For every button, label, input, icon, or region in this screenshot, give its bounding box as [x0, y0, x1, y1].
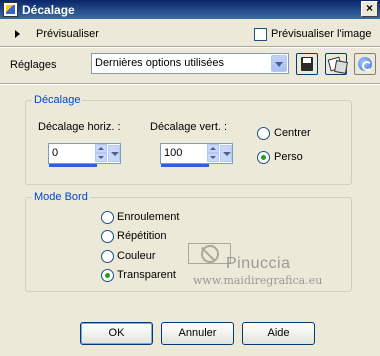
- preset-dropdown[interactable]: Dernières options utilisées: [91, 53, 289, 74]
- radio-centrer-label[interactable]: Centrer: [274, 127, 311, 139]
- save-preset-button[interactable]: [296, 53, 318, 75]
- settings-label: Réglages: [10, 59, 57, 71]
- preset-value: Dernières options utilisées: [95, 57, 225, 69]
- radio-centrer[interactable]: [257, 127, 270, 140]
- preview-image-label[interactable]: Prévisualiser l'image: [271, 28, 372, 40]
- cancel-button[interactable]: Annuler: [161, 322, 234, 345]
- radio-enroulement[interactable]: [101, 211, 114, 224]
- spin-up-icon[interactable]: [207, 144, 219, 153]
- radio-repetition-label[interactable]: Répétition: [117, 230, 167, 242]
- spin-down-icon[interactable]: [207, 153, 219, 162]
- watermark-url: www.maidiregrafica.eu: [193, 274, 323, 287]
- horiz-offset-label: Décalage horiz. :: [38, 121, 121, 133]
- radio-transparent-label[interactable]: Transparent: [117, 269, 176, 281]
- title-bar: Décalage ×: [0, 0, 380, 19]
- close-button[interactable]: ×: [361, 1, 378, 17]
- window-title: Décalage: [22, 3, 75, 17]
- offset-group-title: Décalage: [32, 94, 83, 106]
- chevron-down-icon[interactable]: [220, 145, 232, 162]
- edge-mode-group-title: Mode Bord: [32, 191, 90, 203]
- radio-couleur-label[interactable]: Couleur: [117, 250, 156, 262]
- radio-transparent[interactable]: [101, 269, 114, 282]
- divider: [0, 83, 380, 85]
- preview-label[interactable]: Prévisualiser: [36, 28, 99, 40]
- offset-group: Décalage Décalage horiz. : Décalage vert…: [25, 94, 352, 185]
- preview-image-checkbox[interactable]: [254, 28, 267, 41]
- vert-offset-value[interactable]: 100: [164, 147, 182, 159]
- preview-row: Prévisualiser Prévisualiser l'image: [0, 22, 380, 46]
- expand-arrow-icon[interactable]: [15, 30, 20, 38]
- chevron-down-icon[interactable]: [271, 55, 287, 72]
- radio-enroulement-label[interactable]: Enroulement: [117, 211, 179, 223]
- radio-couleur[interactable]: [101, 250, 114, 263]
- radio-perso[interactable]: [257, 151, 270, 164]
- radio-perso-label[interactable]: Perso: [274, 151, 303, 163]
- vert-slider-bar[interactable]: [161, 164, 209, 167]
- spin-up-icon[interactable]: [95, 144, 107, 153]
- ok-button[interactable]: OK: [80, 322, 153, 345]
- vert-offset-label: Décalage vert. :: [150, 121, 228, 133]
- watermark-name: Pinuccia: [226, 255, 291, 272]
- app-icon: [3, 2, 18, 17]
- horiz-slider-bar[interactable]: [49, 164, 97, 167]
- randomize-button[interactable]: [325, 53, 347, 75]
- horiz-offset-input[interactable]: 0: [48, 143, 121, 167]
- spin-down-icon[interactable]: [95, 153, 107, 162]
- chevron-down-icon[interactable]: [108, 145, 120, 162]
- dialog-window: Décalage × Prévisualiser Prévisualiser l…: [0, 0, 380, 356]
- help-button[interactable]: Aide: [242, 322, 315, 345]
- color-swatch-disabled[interactable]: [188, 243, 231, 264]
- vert-offset-input[interactable]: 100: [160, 143, 233, 167]
- radio-repetition[interactable]: [101, 230, 114, 243]
- reset-button[interactable]: [354, 53, 376, 75]
- horiz-offset-value[interactable]: 0: [52, 147, 58, 159]
- settings-row: Réglages Dernières options utilisées: [0, 48, 380, 82]
